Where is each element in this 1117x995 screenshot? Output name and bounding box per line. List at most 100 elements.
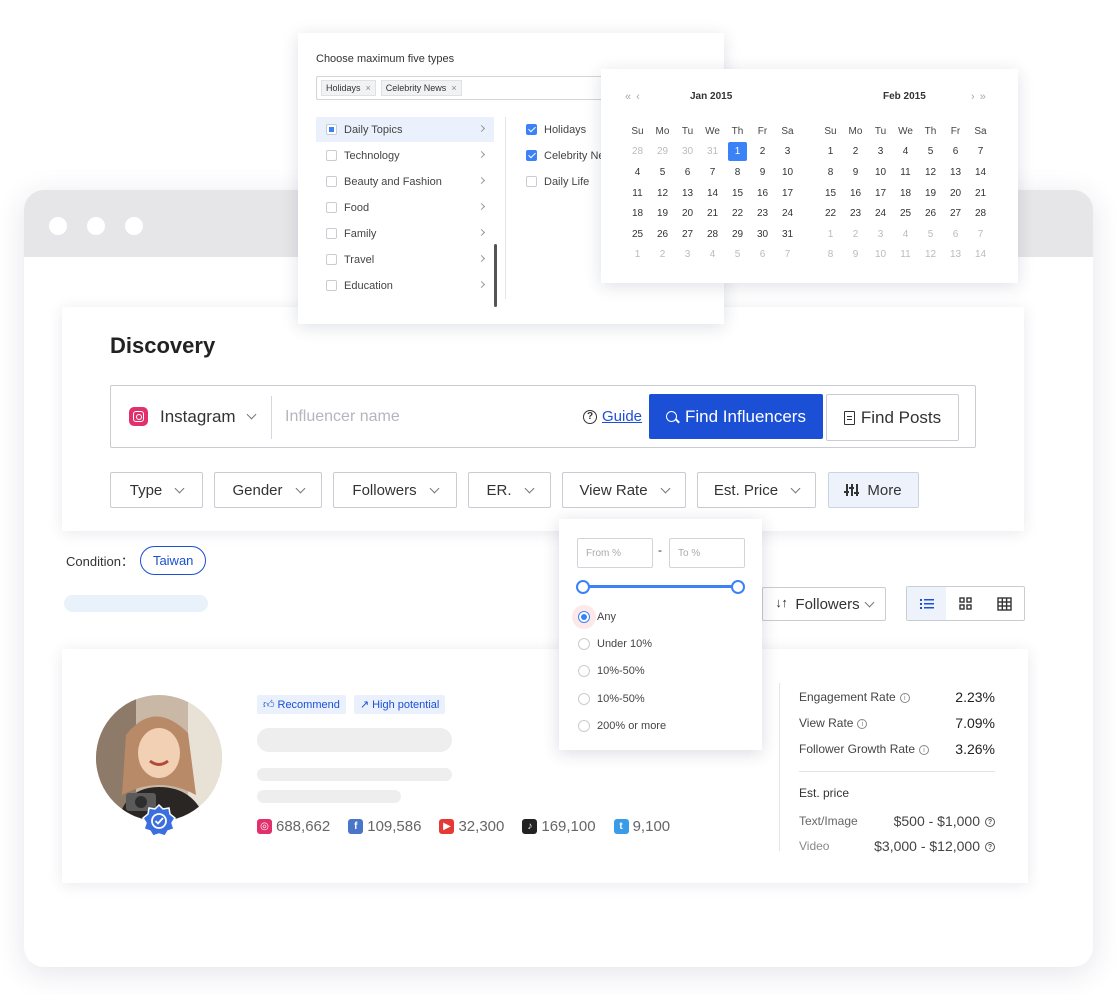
calendar-day[interactable]: 2 — [750, 142, 775, 163]
calendar-day[interactable]: 10 — [775, 162, 800, 183]
category-daily-topics[interactable]: Daily Topics — [316, 117, 494, 142]
calendar-day[interactable]: 19 — [918, 183, 943, 204]
calendar-day[interactable]: 12 — [650, 183, 675, 204]
calendar-day[interactable]: 18 — [893, 183, 918, 204]
calendar-day[interactable]: 18 — [625, 203, 650, 224]
calendar-day[interactable]: 5 — [725, 245, 750, 266]
calendar-day[interactable]: 22 — [818, 203, 843, 224]
calendar-day[interactable]: 9 — [843, 162, 868, 183]
calendar-day[interactable]: 10 — [868, 162, 893, 183]
calendar-day[interactable]: 15 — [818, 183, 843, 204]
calendar-day[interactable]: 28 — [625, 142, 650, 163]
category-beauty-fashion[interactable]: Beauty and Fashion — [316, 169, 494, 194]
category-technology[interactable]: Technology — [316, 143, 494, 168]
calendar-day[interactable]: 2 — [843, 142, 868, 163]
calendar-day[interactable]: 6 — [750, 245, 775, 266]
info-icon[interactable]: i — [919, 744, 930, 755]
calendar-day[interactable]: 12 — [918, 245, 943, 266]
calendar-day[interactable]: 24 — [775, 203, 800, 224]
calendar-day[interactable]: 30 — [750, 224, 775, 245]
calendar-prev-nav[interactable]: « ‹ — [625, 91, 641, 103]
category-food[interactable]: Food — [316, 195, 494, 220]
calendar-day[interactable]: 22 — [725, 203, 750, 224]
guide-link[interactable]: ? Guide — [583, 386, 642, 447]
view-rate-option[interactable]: Under 10% — [578, 635, 652, 653]
subtype-daily-life[interactable]: Daily Life — [526, 169, 589, 194]
sort-select[interactable]: Followers — [762, 587, 886, 621]
calendar-day[interactable]: 6 — [943, 142, 968, 163]
calendar-day[interactable]: 3 — [675, 245, 700, 266]
calendar-day[interactable]: 4 — [700, 245, 725, 266]
calendar-day[interactable]: 12 — [918, 162, 943, 183]
calendar-day[interactable]: 1 — [818, 142, 843, 163]
calendar-day[interactable]: 19 — [650, 203, 675, 224]
calendar-day[interactable]: 21 — [968, 183, 993, 204]
calendar-day[interactable]: 5 — [650, 162, 675, 183]
influencer-name-input[interactable] — [285, 398, 575, 436]
calendar-day[interactable]: 2 — [650, 245, 675, 266]
filter-er[interactable]: ER. — [468, 472, 551, 508]
question-circle-icon[interactable]: ? — [985, 817, 995, 828]
find-posts-button[interactable]: Find Posts — [826, 394, 959, 441]
calendar-day[interactable]: 23 — [750, 203, 775, 224]
info-icon[interactable]: i — [899, 692, 910, 703]
calendar-day[interactable]: 11 — [625, 183, 650, 204]
list-view-button[interactable] — [907, 587, 946, 620]
calendar-day[interactable]: 13 — [675, 183, 700, 204]
influencer-card[interactable]: 👍︎ Recommend ↗ High potential ◎ 688,662 f … — [62, 649, 1028, 883]
table-view-button[interactable] — [985, 587, 1024, 620]
calendar-day[interactable]: 28 — [700, 224, 725, 245]
calendar-day[interactable]: 17 — [775, 183, 800, 204]
filter-gender[interactable]: Gender — [214, 472, 322, 508]
calendar-day[interactable]: 3 — [775, 142, 800, 163]
calendar-day[interactable]: 20 — [675, 203, 700, 224]
calendar-day[interactable]: 27 — [943, 203, 968, 224]
calendar-day[interactable]: 20 — [943, 183, 968, 204]
view-rate-option[interactable]: Any — [578, 608, 616, 626]
calendar-day[interactable]: 24 — [868, 203, 893, 224]
subtype-holidays[interactable]: Holidays — [526, 117, 586, 142]
calendar-day[interactable]: 13 — [943, 245, 968, 266]
calendar-day[interactable]: 10 — [868, 245, 893, 266]
calendar-day[interactable]: 31 — [700, 142, 725, 163]
close-icon[interactable]: × — [451, 83, 456, 93]
view-rate-option[interactable]: 200% or more — [578, 717, 666, 735]
platform-select[interactable]: Instagram — [129, 386, 257, 447]
category-education[interactable]: Education — [316, 273, 494, 298]
calendar-day[interactable]: 7 — [775, 245, 800, 266]
scrollbar[interactable] — [494, 244, 497, 307]
calendar-day[interactable]: 8 — [818, 162, 843, 183]
calendar-day[interactable]: 14 — [968, 245, 993, 266]
calendar-day[interactable]: 3 — [868, 224, 893, 245]
calendar-day[interactable]: 30 — [675, 142, 700, 163]
category-family[interactable]: Family — [316, 221, 494, 246]
calendar-day[interactable]: 7 — [968, 224, 993, 245]
calendar-day[interactable]: 4 — [893, 142, 918, 163]
calendar-day[interactable]: 7 — [700, 162, 725, 183]
filter-followers[interactable]: Followers — [333, 472, 457, 508]
close-icon[interactable]: × — [366, 83, 371, 93]
view-rate-option[interactable]: 10%-50% — [578, 690, 645, 708]
calendar-day[interactable]: 25 — [625, 224, 650, 245]
question-circle-icon[interactable]: ? — [985, 842, 995, 853]
calendar-day[interactable]: 29 — [650, 142, 675, 163]
calendar-day[interactable]: 26 — [650, 224, 675, 245]
calendar-day[interactable]: 1 — [625, 245, 650, 266]
calendar-day[interactable]: 3 — [868, 142, 893, 163]
condition-chip[interactable]: Taiwan — [139, 546, 207, 575]
calendar-day[interactable]: 4 — [893, 224, 918, 245]
calendar-day[interactable]: 1 — [818, 224, 843, 245]
range-slider-min-handle[interactable] — [576, 580, 590, 594]
calendar-day[interactable]: 28 — [968, 203, 993, 224]
filter-est-price[interactable]: Est. Price — [697, 472, 816, 508]
calendar-day[interactable]: 5 — [918, 142, 943, 163]
calendar-day-selected[interactable]: 1 — [725, 142, 750, 163]
calendar-day[interactable]: 9 — [750, 162, 775, 183]
category-travel[interactable]: Travel — [316, 247, 494, 272]
calendar-day[interactable]: 9 — [843, 245, 868, 266]
calendar-day[interactable]: 11 — [893, 162, 918, 183]
calendar-day[interactable]: 5 — [918, 224, 943, 245]
grid-view-button[interactable] — [946, 587, 985, 620]
calendar-day[interactable]: 14 — [968, 162, 993, 183]
more-filters-button[interactable]: More — [828, 472, 919, 508]
